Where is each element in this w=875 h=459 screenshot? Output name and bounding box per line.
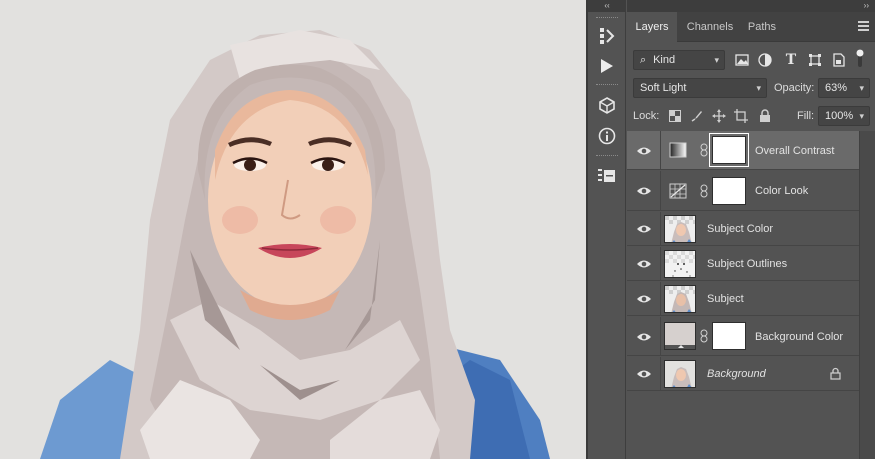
tab-channels[interactable]: Channels [679,12,741,42]
fill-thumbnail[interactable] [664,322,696,350]
blend-mode-value: Soft Light [640,82,687,94]
play-action-icon[interactable] [595,54,619,78]
lock-transparent-pixels-icon[interactable] [667,108,683,124]
chevron-down-icon: ▾ [859,111,864,121]
properties-icon[interactable] [595,164,619,188]
layer-mask-thumbnail[interactable] [712,177,746,205]
layer-name: Background [707,368,766,380]
layer-row-background-color[interactable]: Background Color [627,317,859,356]
layer-thumbnail[interactable] [664,215,696,243]
image-filter-icon[interactable] [732,50,752,70]
layers-scrollbar[interactable] [859,131,875,459]
visibility-eye-icon[interactable] [636,258,652,270]
chevron-down-icon: ▾ [714,55,719,65]
info-icon[interactable] [595,124,619,148]
dock-grip[interactable] [596,155,618,157]
layer-name: Subject [707,293,744,305]
opacity-label: Opacity: [774,82,815,94]
3d-cube-icon[interactable] [595,93,619,117]
layer-thumbnail[interactable] [664,250,696,278]
layer-thumbnail[interactable] [664,360,696,388]
shape-filter-icon[interactable] [805,50,825,70]
link-chain-icon[interactable] [700,143,708,157]
tab-paths[interactable]: Paths [741,12,783,42]
opacity-field[interactable]: 63% ▾ [818,78,870,98]
panel-tab-bar: Layers Channels Paths [627,12,875,42]
filter-kind-select[interactable]: ⌕ Kind ▾ [633,50,725,70]
history-brush-icon[interactable] [595,24,619,48]
layer-row-overall-contrast[interactable]: Overall Contrast [627,131,859,170]
dock-grip[interactable] [596,84,618,86]
visibility-eye-icon[interactable] [636,145,652,157]
layer-name: Subject Outlines [707,258,788,270]
gradient-map-icon [669,142,687,158]
lock-icon[interactable] [830,367,841,380]
collapse-panel-button[interactable]: ›› [627,0,875,12]
layer-name: Subject Color [707,223,774,235]
link-chain-icon[interactable] [700,184,708,198]
layer-thumbnail[interactable] [664,285,696,313]
visibility-eye-icon[interactable] [636,331,652,343]
chevron-down-icon: ▾ [756,83,761,93]
layer-name: Overall Contrast [755,145,835,157]
link-chain-icon[interactable] [700,329,708,343]
chevron-down-icon: ▾ [859,83,864,93]
fill-label: Fill: [797,110,815,122]
search-icon: ⌕ [640,54,647,66]
collapse-dock-button[interactable]: ‹‹ [588,0,626,12]
layer-row-color-look[interactable]: Color Look [627,171,859,211]
layer-name: Background Color [755,331,844,343]
layer-name: Color Look [755,185,809,197]
visibility-eye-icon[interactable] [636,293,652,305]
visibility-eye-icon[interactable] [636,185,652,197]
visibility-eye-icon[interactable] [636,223,652,235]
portrait-artwork [40,30,550,459]
filter-kind-label: Kind [653,54,676,66]
lock-all-icon[interactable] [757,108,773,124]
lock-label: Lock: [633,110,660,122]
opacity-value: 63% [825,82,848,94]
fill-value: 100% [825,110,854,122]
layer-row-background[interactable]: Background [627,357,859,391]
type-filter-icon[interactable]: T [781,50,801,70]
layer-mask-thumbnail[interactable] [709,133,749,167]
blend-mode-select[interactable]: Soft Light ▾ [633,78,767,98]
layer-mask-thumbnail[interactable] [712,322,746,350]
filter-toggle-icon[interactable] [853,48,867,68]
lock-image-pixels-icon[interactable] [689,108,705,124]
panel-dock-strip: ‹‹ [588,0,626,459]
layer-row-subject-color[interactable]: Subject Color [627,212,859,246]
layer-row-subject-outlines[interactable]: Subject Outlines [627,247,859,281]
lock-position-icon[interactable] [711,108,727,124]
lock-artboard-icon[interactable] [733,108,749,124]
visibility-eye-icon[interactable] [636,368,652,380]
tab-layers[interactable]: Layers [627,12,677,42]
document-canvas[interactable] [0,0,586,459]
panel-menu-icon[interactable] [858,21,869,31]
layer-row-subject[interactable]: Subject [627,282,859,316]
layers-panel: ›› Layers Channels Paths ⌕ Kind ▾ T Soft… [627,0,875,459]
smart-object-filter-icon[interactable] [829,50,849,70]
color-lookup-icon [669,183,687,199]
adjustment-filter-icon[interactable] [755,50,775,70]
fill-field[interactable]: 100% ▾ [818,106,870,126]
dock-grip[interactable] [596,17,618,19]
